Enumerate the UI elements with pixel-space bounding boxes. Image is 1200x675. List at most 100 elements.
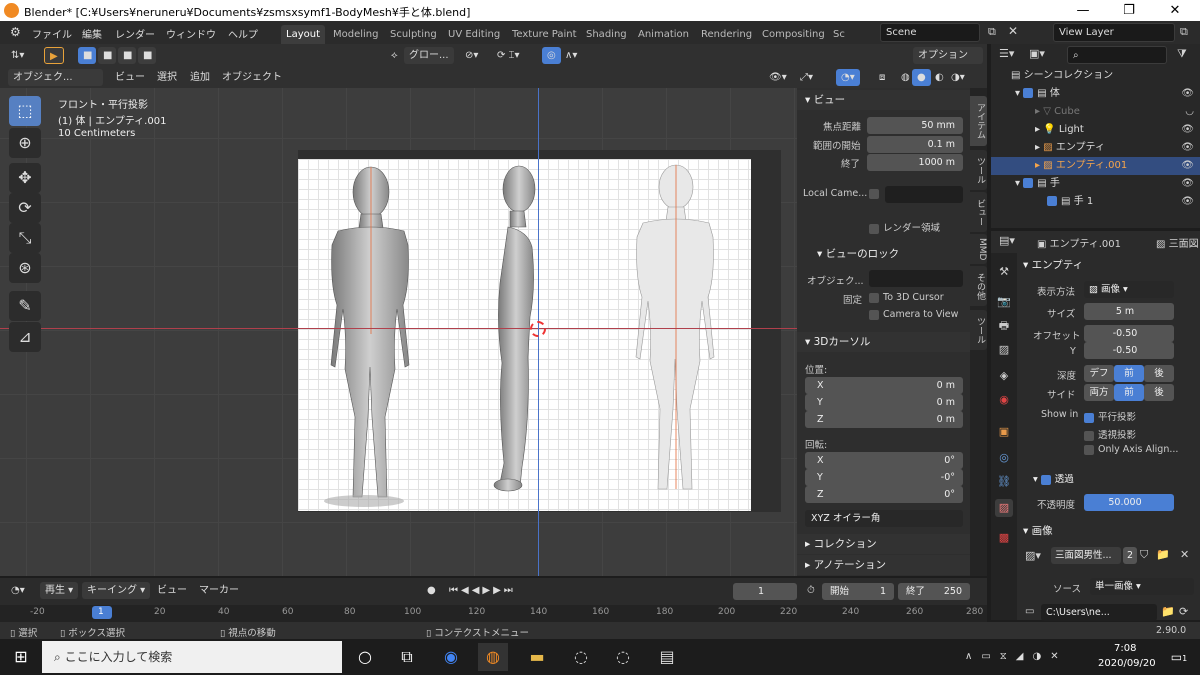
camera-to-view-checkbox[interactable]: Camera to View — [869, 309, 958, 320]
ortho-checkbox[interactable]: 平行投影 — [1084, 409, 1136, 423]
new-view-layer-icon[interactable]: ⧉ — [1180, 25, 1188, 39]
menu-render[interactable]: レンダー — [115, 26, 155, 41]
outliner-scene-collection[interactable]: ▤ シーンコレクション — [991, 67, 1200, 85]
body-checkbox[interactable] — [1023, 88, 1034, 98]
cursor-rotation-z[interactable]: Z 0° — [805, 486, 963, 503]
gizmo-icon[interactable]: ⤢▾ — [795, 69, 818, 86]
view-lock-header[interactable]: ▾ ビューのロック — [817, 246, 899, 261]
overlay-icon[interactable]: ◔▾ — [836, 69, 860, 86]
eye-icon[interactable]: 👁 — [1181, 85, 1194, 103]
menu-select[interactable]: 選択 — [152, 69, 182, 86]
side-front-button[interactable]: 前 — [1114, 384, 1144, 401]
select-invert-icon[interactable]: ■ — [138, 47, 156, 64]
select-extend-icon[interactable]: ■ — [98, 47, 116, 64]
tab-mmd[interactable]: MMD — [970, 234, 987, 264]
editor-type-icon[interactable]: ⇅▾ — [6, 47, 29, 64]
lock-object-field[interactable] — [869, 270, 963, 287]
tab-tool[interactable]: ツール — [970, 150, 987, 190]
taskbar-search[interactable]: ⌕ ここに入力して検索 — [42, 641, 342, 673]
outliner-item-hand-1[interactable]: ▤ 手 1 👁 — [991, 193, 1200, 211]
outliner-item-cube[interactable]: ▸ ▽ Cube ◡ — [991, 103, 1200, 121]
render-region-checkbox[interactable]: レンダー領域 — [869, 220, 940, 234]
side-both-button[interactable]: 両方 — [1084, 384, 1114, 401]
rendered-shading-icon[interactable]: ◑▾ — [946, 69, 970, 86]
view-layer-props-icon[interactable]: ▨ — [995, 341, 1013, 359]
timeline-view-menu[interactable]: ビュー — [152, 582, 192, 599]
visibility-icon[interactable]: 👁▾ — [764, 69, 792, 86]
menu-object[interactable]: オブジェクト — [217, 69, 287, 86]
outliner-item-empty-001[interactable]: ▸ ▨ エンプティ.001 👁 — [991, 157, 1200, 175]
fake-user-shield-icon[interactable]: ⛉ — [1140, 548, 1148, 562]
timeline-ruler[interactable]: -20 1 20 40 60 80 100 120 140 160 180 20… — [0, 605, 987, 622]
select-box-tool-icon[interactable]: ⬚ — [9, 96, 41, 126]
annotate-tool-icon[interactable]: ✎ — [9, 291, 41, 321]
collection-panel-header[interactable]: ▸ コレクション — [797, 534, 970, 554]
clip-end-field[interactable]: 1000 m — [867, 154, 963, 171]
move-tool-icon[interactable]: ✥ — [9, 163, 41, 193]
select-subtract-icon[interactable]: ■ — [118, 47, 136, 64]
close-button[interactable]: ✕ — [1152, 1, 1198, 20]
select-mode-icon[interactable]: ▶ — [44, 47, 64, 64]
outliner-search-input[interactable]: ⌕ — [1067, 46, 1167, 64]
hand-1-checkbox[interactable] — [1047, 196, 1057, 206]
object-props-icon[interactable]: ▣ — [995, 423, 1013, 441]
outliner-item-body[interactable]: ▾ ▤ 体 👁 — [991, 85, 1200, 103]
tab-modeling[interactable]: Modeling — [328, 25, 384, 44]
view-layer-selector[interactable]: View Layer — [1053, 23, 1175, 42]
scale-tool-icon[interactable]: ⤡ — [9, 223, 41, 253]
persp-checkbox[interactable]: 透視投影 — [1084, 427, 1136, 441]
outliner-editor-icon[interactable]: ☰▾ — [999, 47, 1014, 60]
timeline-editor-icon[interactable]: ◔▾ — [6, 582, 30, 599]
image-name-field[interactable]: 三面図男性... — [1051, 547, 1121, 564]
offset-x-field[interactable]: -0.50 — [1084, 325, 1174, 342]
cursor-rotation-x[interactable]: X 0° — [805, 452, 963, 469]
cortana-icon[interactable]: ○ — [350, 643, 380, 671]
outliner-item-light[interactable]: ▸ 💡 Light 👁 — [991, 121, 1200, 139]
texture-props-icon[interactable]: ▩ — [995, 529, 1013, 547]
keying-menu[interactable]: キーイング ▾ — [82, 582, 151, 599]
tab-scripting[interactable]: Sc — [828, 25, 850, 44]
opacity-field[interactable]: 50.000 — [1084, 494, 1174, 511]
world-props-icon[interactable]: ◉ — [995, 391, 1013, 409]
display-mode-icon[interactable]: ▣▾ — [1029, 47, 1045, 60]
playback-controls-icon[interactable]: ⏮◀◀▶▶⏭ — [444, 582, 521, 599]
file-explorer-icon[interactable]: ▬ — [522, 643, 552, 671]
task-view-icon[interactable]: ⧉ — [392, 643, 422, 671]
filepath-field[interactable]: C:\Users\ne... — [1041, 604, 1157, 621]
start-frame-field[interactable]: 開始 1 — [822, 583, 894, 600]
tab-compositing[interactable]: Compositing — [757, 25, 830, 44]
scene-props-icon[interactable]: ◈ — [995, 367, 1013, 385]
menu-window[interactable]: ウィンドウ — [166, 26, 216, 41]
unlink-icon[interactable]: ✕ — [1180, 548, 1189, 561]
tab-shading[interactable]: Shading — [581, 25, 632, 44]
select-new-icon[interactable]: ■ — [78, 47, 96, 64]
transparency-header[interactable]: ▾ 透過 — [1033, 471, 1074, 485]
eye-icon[interactable]: ◡ — [1185, 103, 1194, 121]
tab-item[interactable]: アイテム — [970, 96, 987, 146]
eye-icon[interactable]: 👁 — [1181, 175, 1194, 193]
snap-icon[interactable]: ⟳ ⌶▾ — [492, 47, 525, 64]
open-folder-icon[interactable]: 📁 — [1156, 548, 1170, 561]
solid-shading-icon[interactable]: ● — [912, 69, 931, 86]
end-frame-field[interactable]: 終了 250 — [898, 583, 970, 600]
focal-length-field[interactable]: 50 mm — [867, 117, 963, 134]
menu-add[interactable]: 追加 — [185, 69, 215, 86]
tab-misc[interactable]: その他 — [970, 266, 987, 306]
tab-rendering[interactable]: Rendering — [696, 25, 757, 44]
scene-selector[interactable]: Scene — [880, 23, 980, 42]
3d-cursor-icon[interactable] — [530, 321, 546, 337]
eye-icon[interactable]: 👁 — [1181, 121, 1194, 139]
app-icon-3[interactable]: ▤ — [652, 643, 682, 671]
cursor-tool-icon[interactable]: ⊕ — [9, 128, 41, 158]
tab-layout[interactable]: Layout — [281, 25, 325, 44]
depth-front-button[interactable]: 前 — [1114, 365, 1144, 382]
depth-back-button[interactable]: 後 — [1144, 365, 1174, 382]
outliner-item-empty[interactable]: ▸ ▨ エンプティ 👁 — [991, 139, 1200, 157]
rotation-mode-select[interactable]: XYZ オイラー角 — [805, 510, 963, 527]
measure-tool-icon[interactable]: ⊿ — [9, 322, 41, 352]
cursor-location-y[interactable]: Y 0 m — [805, 394, 963, 411]
view-panel-header[interactable]: ▾ ビュー — [797, 90, 970, 110]
cursor-location-x[interactable]: X 0 m — [805, 377, 963, 394]
offset-y-field[interactable]: -0.50 — [1084, 342, 1174, 359]
image-section-header[interactable]: ▾ 画像 — [1017, 521, 1200, 541]
